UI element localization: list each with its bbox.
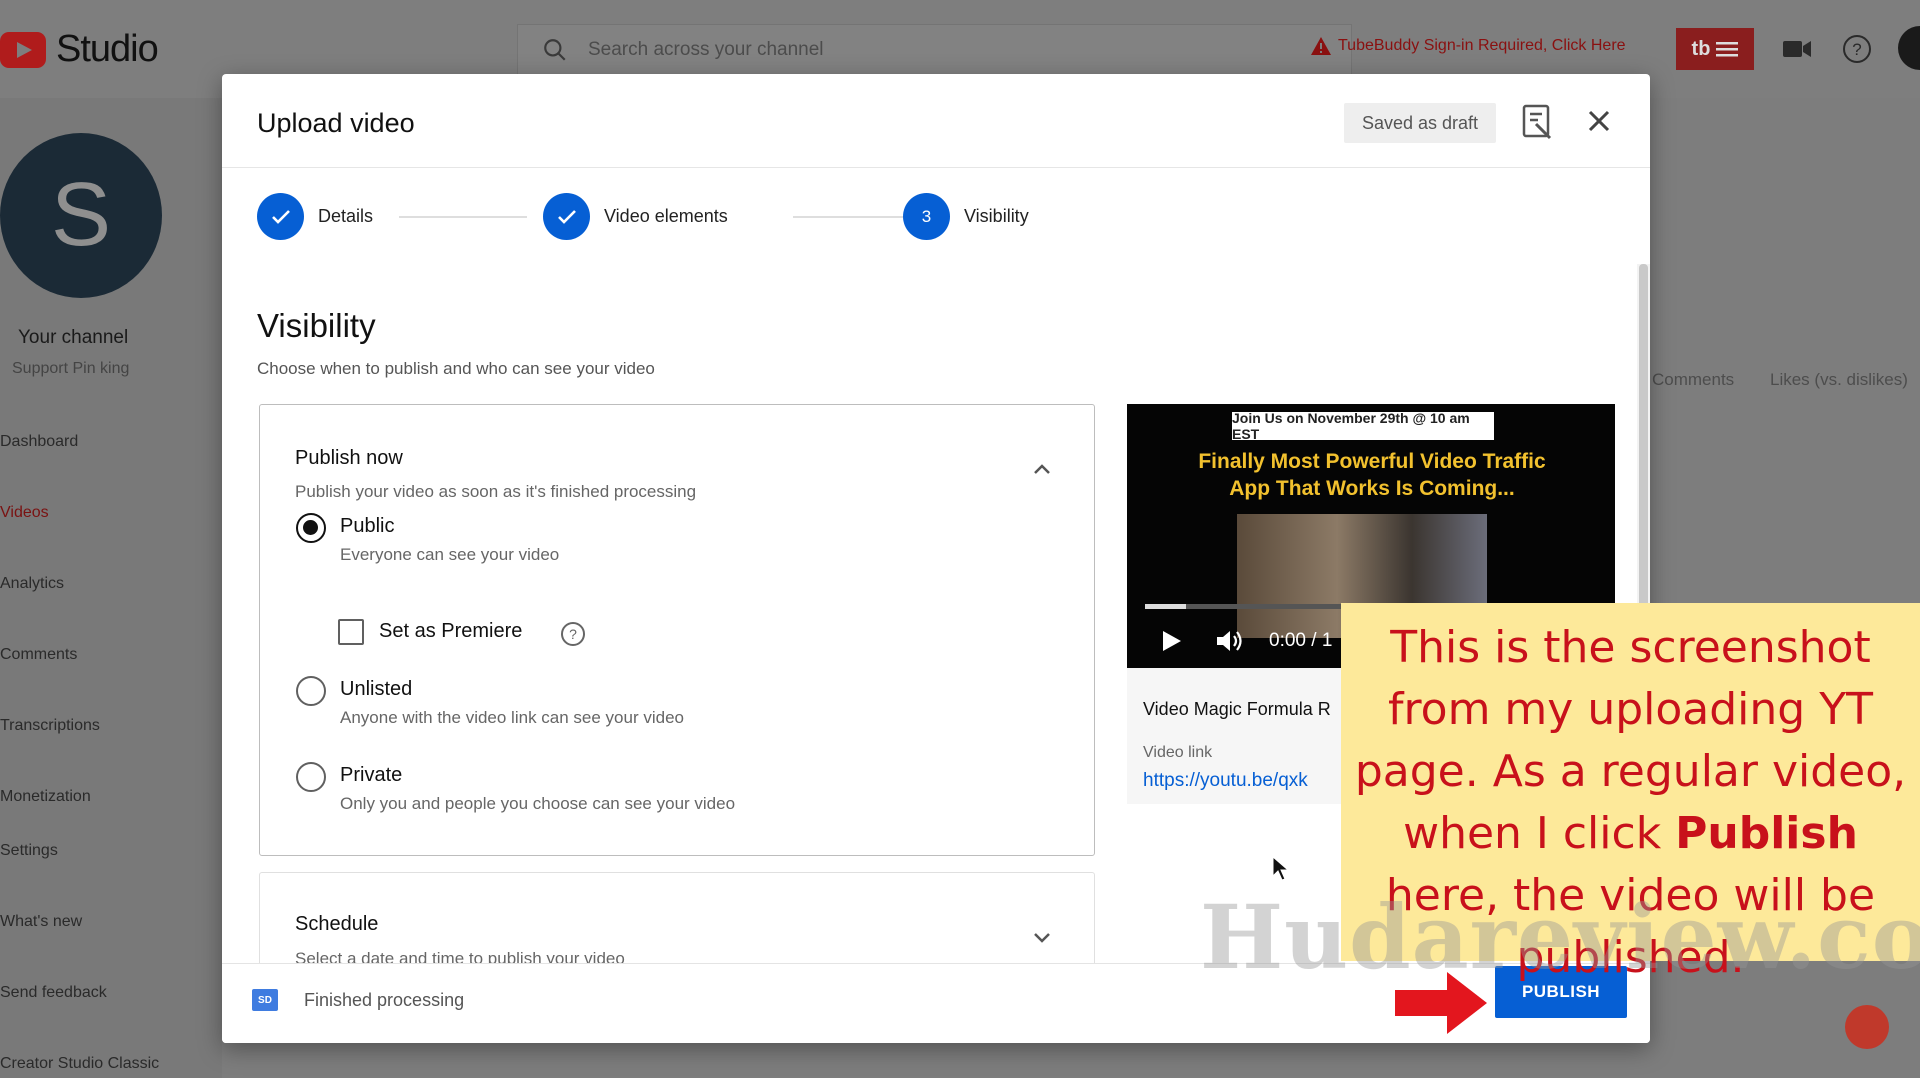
sidebar-item-comments[interactable]: Comments [0, 646, 77, 664]
draft-status-badge: Saved as draft [1344, 103, 1496, 143]
publish-now-panel: Publish now Publish your video as soon a… [259, 404, 1095, 856]
tubebuddy-warning-text: TubeBuddy Sign-in Required, Click Here [1338, 37, 1626, 54]
create-video-icon[interactable] [1780, 32, 1814, 66]
step-label: Visibility [964, 206, 1029, 226]
check-icon [257, 193, 304, 240]
radio-unlisted[interactable] [296, 676, 326, 706]
subscribe-badge-icon[interactable] [1845, 1005, 1889, 1049]
thumbnail-banner: Join Us on November 29th @ 10 am EST [1232, 410, 1494, 442]
video-link[interactable]: https://youtu.be/qxk [1143, 770, 1308, 792]
option-label-public: Public [340, 515, 395, 537]
step-label: Details [318, 206, 374, 226]
step-connector [399, 216, 527, 218]
option-desc-unlisted: Anyone with the video link can see your … [340, 708, 684, 727]
sidebar-item-analytics[interactable]: Analytics [0, 575, 64, 593]
upload-stepper: Details Video elements 3 Visibility [257, 193, 1157, 243]
note-text-bold: Publish [1675, 808, 1858, 859]
processing-status: Finished processing [304, 990, 465, 1010]
search-icon [544, 39, 566, 61]
option-label-unlisted: Unlisted [340, 678, 413, 700]
step-video-elements[interactable]: Video elements [543, 193, 728, 240]
step-visibility[interactable]: 3 Visibility [903, 193, 1029, 240]
step-details[interactable]: Details [257, 193, 373, 240]
channel-avatar[interactable]: S [0, 133, 162, 298]
sidebar-item-whats-new[interactable]: What's new [0, 913, 82, 931]
radio-private[interactable] [296, 762, 326, 792]
publish-now-subtitle: Publish your video as soon as it's finis… [295, 482, 697, 501]
logo-text: Studio [56, 28, 159, 70]
video-time: 0:00 / 1 [1269, 630, 1333, 651]
sidebar-item-monetization[interactable]: Monetization [0, 788, 91, 806]
report-issue-icon[interactable] [1520, 102, 1556, 142]
svg-text:?: ? [569, 626, 577, 642]
account-avatar[interactable] [1898, 26, 1920, 70]
sidebar-item-settings[interactable]: Settings [0, 842, 58, 860]
option-desc-public: Everyone can see your video [340, 545, 560, 564]
channel-search[interactable]: Search across your channel [517, 24, 1352, 76]
schedule-title: Schedule [295, 913, 379, 935]
red-arrow-icon [1395, 970, 1489, 1036]
visibility-subtitle: Choose when to publish and who can see y… [257, 359, 655, 378]
thumbnail-headline: Finally Most Powerful Video Traffic App … [1157, 448, 1587, 502]
video-title: Video Magic Formula R [1143, 699, 1331, 719]
youtube-play-icon [0, 31, 46, 68]
help-icon[interactable]: ? [1840, 32, 1874, 66]
video-progress-fill [1145, 604, 1186, 609]
close-icon[interactable] [1582, 104, 1616, 138]
channel-name: Support Pin king [12, 360, 130, 377]
mouse-cursor-icon [1272, 855, 1290, 882]
table-header-comments: Comments [1652, 370, 1735, 389]
premiere-label: Set as Premiere [379, 620, 523, 642]
svg-text:?: ? [1852, 40, 1861, 59]
option-label-private: Private [340, 764, 403, 786]
radio-public[interactable] [296, 513, 326, 543]
menu-icon [1716, 42, 1739, 57]
play-icon[interactable] [1159, 629, 1183, 653]
watermark: Hudareview.com [1200, 885, 1920, 989]
headline-line-1: Finally Most Powerful Video Traffic [1198, 450, 1546, 473]
step-number: 3 [903, 193, 950, 240]
help-circle-icon[interactable]: ? [560, 621, 586, 647]
channel-title: Your channel [18, 327, 129, 348]
step-label: Video elements [604, 206, 728, 226]
check-icon [543, 193, 590, 240]
premiere-checkbox[interactable] [338, 619, 364, 645]
option-desc-private: Only you and people you choose can see y… [340, 794, 736, 813]
headline-line-2: App That Works Is Coming... [1229, 477, 1515, 500]
video-link-label: Video link [1143, 744, 1213, 761]
sd-quality-icon: SD [252, 989, 278, 1011]
chevron-down-icon[interactable] [1030, 925, 1054, 949]
table-header-likes: Likes (vs. dislikes) [1770, 370, 1908, 389]
chevron-up-icon[interactable] [1030, 457, 1054, 481]
studio-logo[interactable]: Studio [0, 28, 159, 71]
sidebar-item-transcriptions[interactable]: Transcriptions [0, 717, 100, 735]
dialog-title: Upload video [257, 108, 415, 138]
search-placeholder: Search across your channel [588, 39, 824, 60]
sidebar-item-send-feedback[interactable]: Send feedback [0, 984, 107, 1002]
tubebuddy-button-label: tb [1691, 37, 1711, 60]
sidebar-item-creator-studio-classic[interactable]: Creator Studio Classic [0, 1055, 159, 1073]
visibility-heading: Visibility [257, 307, 376, 344]
publish-now-title: Publish now [295, 447, 403, 469]
sidebar-item-videos[interactable]: Videos [0, 504, 49, 522]
avatar-letter: S [50, 165, 112, 265]
volume-icon[interactable] [1215, 628, 1245, 654]
warning-icon [1311, 37, 1331, 55]
tubebuddy-button[interactable]: tb [1676, 28, 1754, 70]
sidebar-item-dashboard[interactable]: Dashboard [0, 433, 78, 451]
dialog-header: Upload video Saved as draft [222, 74, 1650, 168]
tubebuddy-warning-link[interactable]: TubeBuddy Sign-in Required, Click Here [1310, 36, 1626, 56]
